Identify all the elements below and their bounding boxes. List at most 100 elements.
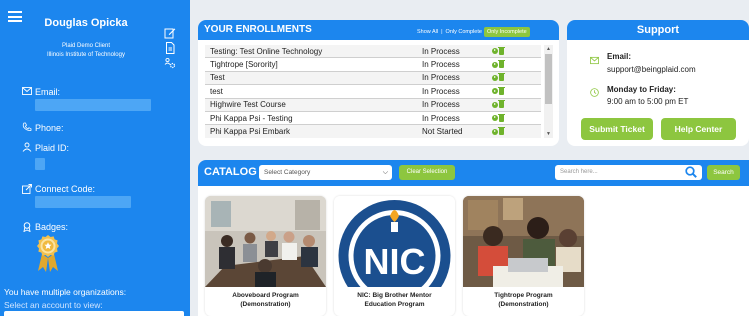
play-icon[interactable] — [492, 128, 498, 135]
trash-icon[interactable] — [498, 127, 505, 136]
support-hours-label: Monday to Friday: — [607, 85, 676, 94]
catalog-card-title-line1: Aboveboard Program — [232, 292, 299, 299]
enrollment-name[interactable]: Testing: Test Online Technology — [205, 47, 422, 56]
catalog-card-aboveboard[interactable]: Aboveboard Program (Demonstration) — [205, 196, 326, 316]
search-icon[interactable] — [685, 166, 697, 178]
enrollment-row: Test In Process — [205, 71, 541, 86]
external-link-icon — [22, 184, 32, 194]
settings-users-icon[interactable] — [164, 57, 176, 69]
catalog-card-tightrope[interactable]: Tightrope Program (Demonstration) — [463, 196, 584, 316]
meeting-photo — [205, 196, 326, 287]
connect-code-label: Connect Code: — [35, 184, 96, 194]
plaid-id-value — [35, 158, 45, 170]
enrollment-filters: Show All | Only Complete Only Incomplete — [417, 27, 530, 37]
support-email-label: Email: — [607, 52, 632, 61]
enrollment-row: Phi Kappa Psi - Testing In Process — [205, 112, 541, 126]
submit-ticket-button[interactable]: Submit Ticket — [581, 118, 653, 140]
enrollment-name[interactable]: Phi Kappa Psi - Testing — [205, 114, 422, 123]
email-icon — [22, 87, 32, 95]
support-hours-value: 9:00 am to 5:00 pm ET — [607, 97, 689, 106]
scrollbar-thumb[interactable] — [545, 54, 552, 104]
trash-icon[interactable] — [498, 46, 505, 55]
enrollment-name[interactable]: Highwire Test Course — [205, 100, 422, 109]
chevron-down-icon: ⌵ — [382, 169, 388, 176]
category-select[interactable]: Select Category ⌵ — [259, 165, 392, 180]
orgs-title: You have multiple organizations: — [4, 287, 127, 297]
email-icon — [590, 56, 599, 65]
catalog-card-title-line1: Tightrope Program — [494, 292, 553, 299]
badges-label: Badges: — [35, 222, 69, 232]
document-icon[interactable] — [164, 42, 176, 54]
filter-only-complete[interactable]: Only Complete — [446, 29, 482, 35]
enrollment-status: In Process — [422, 60, 460, 70]
search-input[interactable]: Search here... — [555, 165, 702, 180]
trash-icon[interactable] — [498, 100, 505, 109]
play-icon[interactable] — [492, 88, 498, 95]
badge-medal-icon[interactable] — [34, 234, 62, 272]
students-photo — [463, 196, 584, 287]
filter-show-all[interactable]: Show All — [417, 29, 438, 35]
trash-icon[interactable] — [498, 113, 505, 122]
help-center-button[interactable]: Help Center — [661, 118, 736, 140]
orgs-subtitle: Select an account to view: — [4, 300, 103, 310]
user-client: Plaid Demo Client — [61, 43, 111, 49]
play-icon[interactable] — [492, 115, 498, 122]
award-icon — [23, 222, 31, 232]
enrollment-status: In Process — [422, 73, 460, 83]
nic-logo-text: NIC — [364, 241, 426, 282]
play-icon[interactable] — [492, 61, 498, 68]
filter-only-incomplete[interactable]: Only Incomplete — [483, 27, 530, 37]
catalog-card-title-line2: Education Program — [364, 301, 425, 308]
enrollment-list: Testing: Test Online Technology In Proce… — [205, 45, 541, 138]
clear-selection-button[interactable]: Clear Selection — [399, 165, 455, 180]
org-select[interactable] — [4, 311, 184, 316]
enrollment-row: Tightrope [Sorority] In Process — [205, 58, 541, 72]
catalog-card-title: Aboveboard Program (Demonstration) — [205, 287, 326, 309]
enrollment-name[interactable]: Phi Kappa Psi Embark — [205, 127, 422, 136]
play-icon[interactable] — [492, 101, 498, 108]
enrollment-status: Not Started — [422, 127, 463, 137]
email-value — [35, 99, 151, 111]
catalog-card-title: Tightrope Program (Demonstration) — [463, 287, 584, 309]
enrollments-panel: YOUR ENROLLMENTS Show All | Only Complet… — [198, 20, 559, 146]
catalog-card-title-line2: (Demonstration) — [498, 301, 549, 308]
enrollment-scrollbar[interactable]: ▲ ▼ — [544, 45, 553, 138]
edit-profile-icon[interactable] — [164, 27, 176, 39]
category-select-value: Select Category — [264, 169, 311, 176]
email-label: Email: — [35, 87, 61, 97]
trash-icon[interactable] — [498, 86, 505, 95]
nic-logo-image: NIC — [334, 196, 455, 287]
user-name: Douglas Opicka — [44, 17, 128, 29]
support-email-value[interactable]: support@beingplaid.com — [607, 65, 696, 74]
enrollment-status: In Process — [422, 113, 460, 123]
enrollment-name[interactable]: Tightrope [Sorority] — [205, 60, 422, 69]
filter-separator: | — [441, 29, 443, 35]
enrollment-status: In Process — [422, 46, 460, 56]
search-button[interactable]: Search — [707, 165, 740, 180]
catalog-card-title: NIC: Big Brother Mentor Education Progra… — [334, 287, 455, 309]
trash-icon[interactable] — [498, 60, 505, 69]
support-title: Support — [567, 20, 749, 40]
phone-icon — [22, 122, 32, 131]
enrollments-header: YOUR ENROLLMENTS Show All | Only Complet… — [198, 20, 559, 40]
enrollment-status: In Process — [422, 100, 460, 110]
enrollment-row: test In Process — [205, 85, 541, 99]
enrollment-row: Testing: Test Online Technology In Proce… — [205, 45, 541, 59]
enrollment-row: Highwire Test Course In Process — [205, 98, 541, 112]
enrollments-title: YOUR ENROLLMENTS — [204, 24, 312, 35]
scroll-up-icon[interactable]: ▲ — [546, 46, 551, 52]
enrollment-name[interactable]: Test — [205, 73, 422, 82]
user-school: Illinois Institute of Technology — [47, 52, 125, 58]
support-panel: Support Email: support@beingplaid.com Mo… — [567, 20, 749, 146]
play-icon[interactable] — [492, 74, 498, 81]
enrollment-status: In Process — [422, 86, 460, 96]
enrollment-name[interactable]: test — [205, 87, 422, 96]
catalog-header: CATALOG Select Category ⌵ Clear Selectio… — [198, 160, 749, 186]
catalog-card-nic[interactable]: NIC NIC: Big Brother Mentor Education Pr… — [334, 196, 455, 316]
scroll-down-icon[interactable]: ▼ — [546, 131, 551, 137]
play-icon[interactable] — [492, 48, 498, 55]
enrollment-row: Phi Kappa Psi Embark Not Started — [205, 125, 541, 138]
trash-icon[interactable] — [498, 73, 505, 82]
user-icon — [22, 142, 32, 152]
plaid-id-label: Plaid ID: — [35, 143, 70, 153]
